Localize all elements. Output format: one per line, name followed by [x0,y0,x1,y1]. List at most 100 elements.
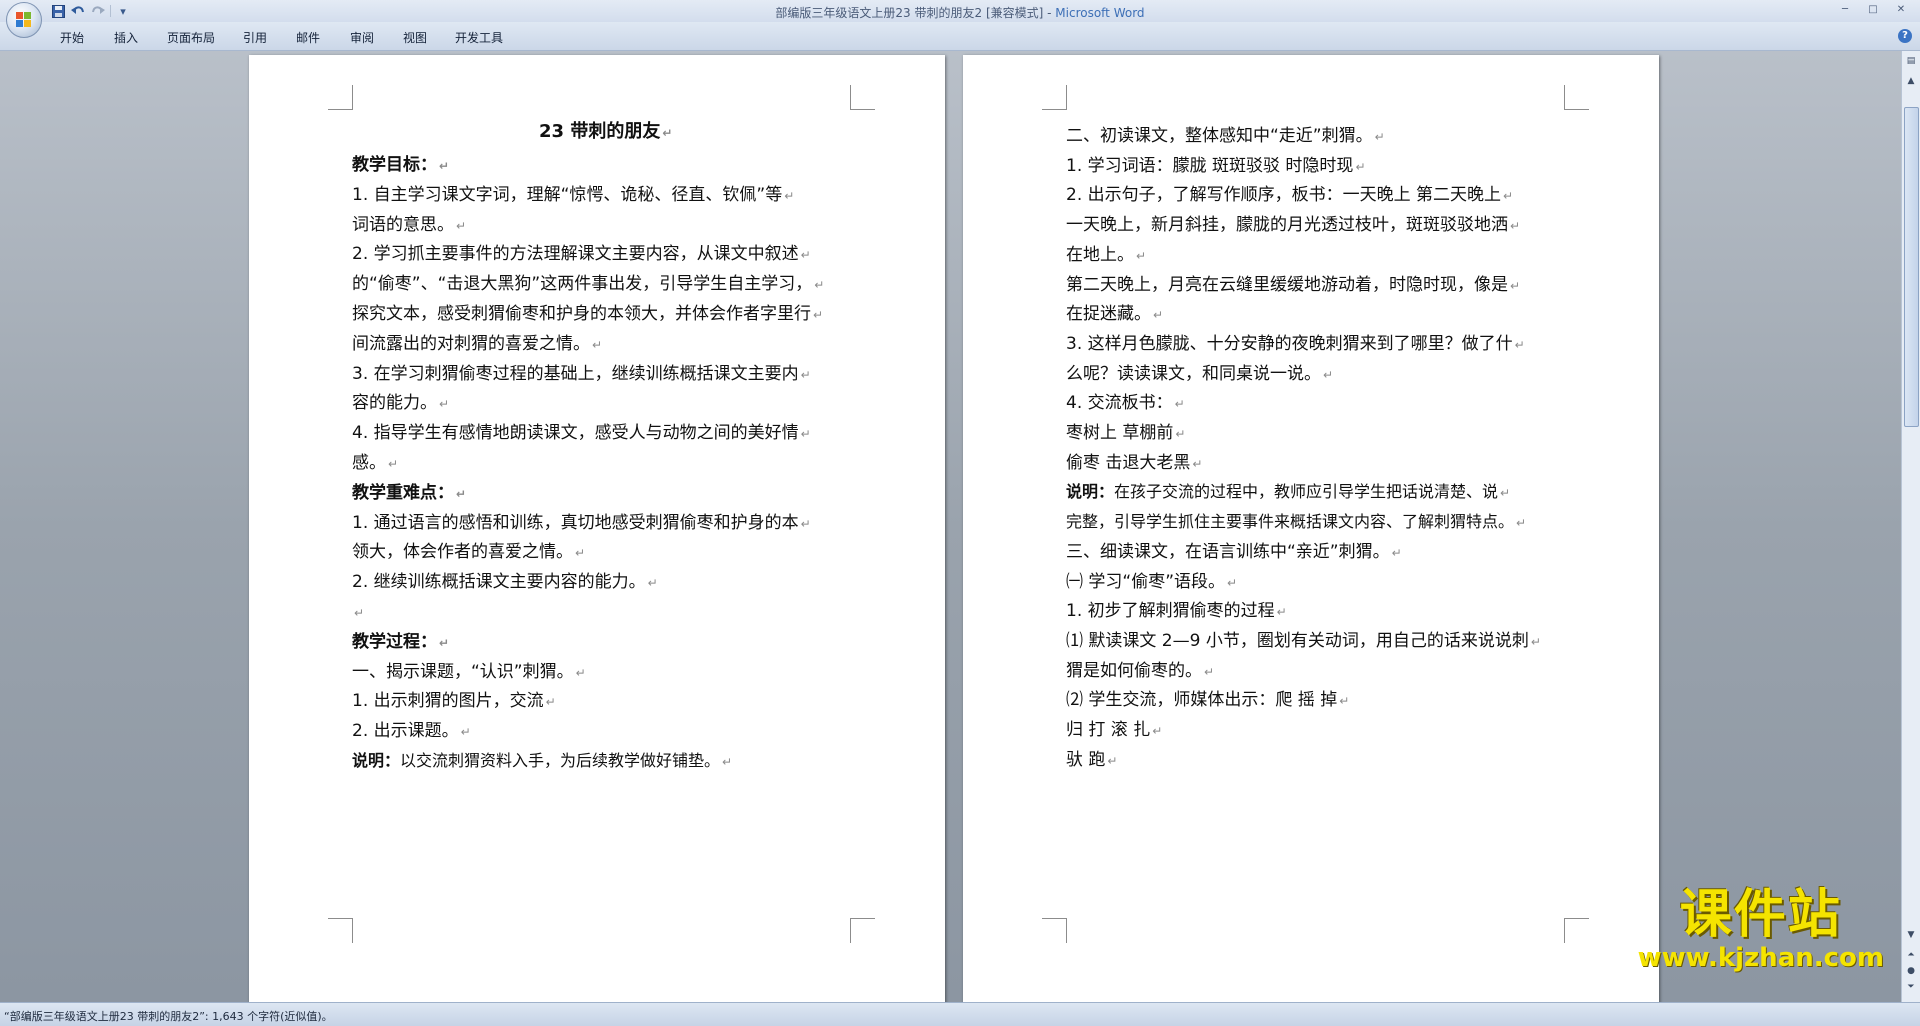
tab-view[interactable]: 视图 [403,29,427,46]
text-line: 间流露出的对刺猬的喜爱之情。 ↵ [352,333,602,356]
text-line: 4. 指导学生有感情地朗读课文，感受人与动物之间的美好情 ↵ [352,422,811,445]
minimize-icon[interactable]: ─ [1832,2,1858,18]
paragraph-mark: ↵ [1153,308,1164,323]
paragraph-mark: ↵ [1136,248,1147,263]
ruler-toggle-icon[interactable]: ▤ [1903,53,1919,69]
tab-insert[interactable]: 插入 [114,29,138,46]
line-text: 探究文本，感受刺猬偷枣和护身的本领大，并体会作者字里行 [352,304,811,324]
scroll-down-icon[interactable]: ▼ [1903,927,1919,943]
maximize-icon[interactable]: □ [1860,2,1886,18]
text-line: 探究文本，感受刺猬偷枣和护身的本领大，并体会作者字里行 ↵ [352,303,823,326]
paragraph-mark: ↵ [1174,397,1185,412]
page-right[interactable]: 二、初读课文，整体感知中“走近”刺猬。 ↵ 1. 学习词语：朦胧 斑斑驳驳 时隐时… [963,55,1659,1002]
line-text: 驮 跑 [1066,749,1106,770]
tab-page-layout[interactable]: 页面布局 [167,29,215,46]
line-text: 一、揭示课题，“认识”刺猬。 [352,661,574,682]
line-text: 4. 交流板书： [1066,393,1173,414]
paragraph-mark: ↵ [439,159,450,173]
paragraph-mark: ↵ [456,486,467,501]
text-line: 完整，引导学生抓住主要事件来概括课文内容、了解刺猬特点。 ↵ [1066,511,1526,534]
text-line: 说明：以交流刺猬资料入手，为后续教学做好铺垫。 ↵ [352,750,732,773]
text-line: 3. 这样月色朦胧、十分安静的夜晚刺猬来到了哪里？做了什 ↵ [1066,333,1525,356]
page-left[interactable]: 23 带刺的朋友 ↵ 教学目标： ↵ 1. 自主学习课文字词，理解“惊愕、诡秘、径直… [249,55,945,1002]
line-text: 2. 继续训练概括课文主要内容的能力。 [352,572,646,593]
line-text: 一天晚上，新月斜挂，朦胧的月光透过枝叶，斑斑驳驳地洒 [1066,215,1508,236]
line-text: 枣树上 草棚前 [1066,423,1174,443]
paragraph-mark: ↵ [388,457,399,471]
tab-mailings[interactable]: 邮件 [296,29,320,46]
document-title: 部编版三年级语文上册23 带刺的朋友2 [兼容模式] - [775,6,1056,20]
paragraph-mark: ↵ [1152,724,1163,738]
paragraph-mark: ↵ [1374,130,1385,144]
paragraph-mark: ↵ [1530,634,1541,649]
line-text: 1. 通过语言的感悟和训练，真切地感受刺猬偷枣和护身的本 [352,512,799,533]
line-text: 么呢？读读课文，和同桌说一说。 [1066,363,1321,384]
text-line: ㈠ 学习“偷枣”语段。 ↵ [1066,571,1237,594]
line-text: 容的能力。 [352,393,437,414]
text-line: 2. 继续训练概括课文主要内容的能力。 ↵ [352,571,658,594]
tab-home[interactable]: 开始 [60,29,84,46]
paragraph-mark: ↵ [460,725,471,740]
line-text: ⑵ 学生交流，师媒体出示：爬 摇 掉 [1066,690,1338,711]
close-icon[interactable]: ✕ [1888,2,1914,18]
margin-corner-mark [850,85,875,110]
paragraph-mark: ↵ [1503,189,1514,204]
text-line: 容的能力。 ↵ [352,392,449,415]
line-text: 2. 出示课题。 [352,721,459,742]
paragraph-mark: ↵ [545,695,556,710]
watermark-logo: 课件站 www.kjzhan.com [1638,886,1884,972]
tab-review[interactable]: 审阅 [350,29,374,46]
line-text: 词语的意思。 [352,214,454,235]
next-page-icon[interactable]: ⏷ [1903,979,1919,995]
vertical-scrollbar[interactable]: ▤ ▲ ▼ ⏶ ● ⏷ [1901,51,1920,1002]
paragraph-mark: ↵ [1510,278,1521,293]
line-text: 1. 出示刺猬的图片，交流 [352,691,544,712]
text-line: 说明：在孩子交流的过程中，教师应引导学生把话说清楚、说 ↵ [1066,481,1510,504]
line-text: 归 打 滚 扎 [1066,720,1151,740]
text-line: 偷枣 击退大老黑 ↵ [1066,452,1202,475]
text-line: 1. 自主学习课文字词，理解“惊愕、诡秘、径直、钦佩”等 ↵ [352,184,794,207]
line-text: 说明：在孩子交流的过程中，教师应引导学生把话说清楚、说 [1066,482,1499,502]
text-line: 一、揭示课题，“认识”刺猬。 ↵ [352,661,586,684]
text-line: 驮 跑 ↵ [1066,749,1117,772]
margin-corner-mark [328,918,353,943]
line-text: 的“偷枣”、“击退大黑狗”这两件事出发，引导学生自主学习， [352,274,813,295]
text-line: 词语的意思。 ↵ [352,214,466,237]
text-line: 教学重难点： ↵ [352,482,466,505]
line-text: 2. 学习抓主要事件的方法理解课文主要内容，从课文中叙述 [352,244,799,265]
line-text: 教学过程： [352,631,437,652]
paragraph-mark: ↵ [1500,486,1511,501]
text-line: 第二天晚上，月亮在云缝里缓缓地游动着，时隐时现，像是 ↵ [1066,274,1520,297]
line-text: 3. 这样月色朦胧、十分安静的夜晚刺猬来到了哪里？做了什 [1066,333,1513,354]
line-text: 1. 学习词语：朦胧 斑斑驳驳 时隐时现 [1066,155,1354,176]
text-line: 么呢？读读课文，和同桌说一说。 ↵ [1066,363,1333,386]
line-text: 间流露出的对刺猬的喜爱之情。 [352,333,590,354]
text-line: 在捉迷藏。 ↵ [1066,303,1163,326]
line-text: 二、初读课文，整体感知中“走近”刺猬。 [1066,126,1373,146]
line-text: 第二天晚上，月亮在云缝里缓缓地游动着，时隐时现，像是 [1066,274,1508,295]
text-line: 1. 通过语言的感悟和训练，真切地感受刺猬偷枣和护身的本 ↵ [352,512,811,535]
margin-corner-mark [1564,918,1589,943]
title-bar: ▾ 部编版三年级语文上册23 带刺的朋友2 [兼容模式] - Microsoft… [0,0,1920,22]
browse-object-icon[interactable]: ● [1903,963,1919,979]
text-line: 三、细读课文，在语言训练中“亲近”刺猬。 ↵ [1066,541,1402,564]
previous-page-icon[interactable]: ⏶ [1903,947,1919,963]
line-text: ㈠ 学习“偷枣”语段。 [1066,571,1226,592]
status-word-count[interactable]: “部编版三年级语文上册23 带刺的朋友2”: 1,643 个字符(近似值)。 [4,1008,333,1024]
line-text: 领大，体会作者的喜爱之情。 [352,542,573,563]
text-line: 的“偷枣”、“击退大黑狗”这两件事出发，引导学生自主学习， ↵ [352,273,824,296]
scrollbar-thumb[interactable] [1904,107,1919,427]
app-name: Microsoft Word [1055,6,1145,20]
margin-corner-mark [328,85,353,110]
text-line: 感。 ↵ [352,452,398,475]
tab-developer[interactable]: 开发工具 [455,29,503,46]
scroll-up-icon[interactable]: ▲ [1903,73,1919,89]
text-line: ⑴ 默读课文 2—9 小节，圈划有关动词，用自己的话来说说刺 ↵ [1066,630,1541,653]
tab-references[interactable]: 引用 [243,29,267,46]
paragraph-mark: ↵ [1510,219,1521,234]
office-button[interactable] [6,2,42,38]
paragraph-mark: ↵ [1204,664,1215,679]
help-icon[interactable]: ? [1898,29,1912,43]
paragraph-mark: ↵ [1107,753,1118,768]
paragraph-mark: ↵ [800,367,811,382]
